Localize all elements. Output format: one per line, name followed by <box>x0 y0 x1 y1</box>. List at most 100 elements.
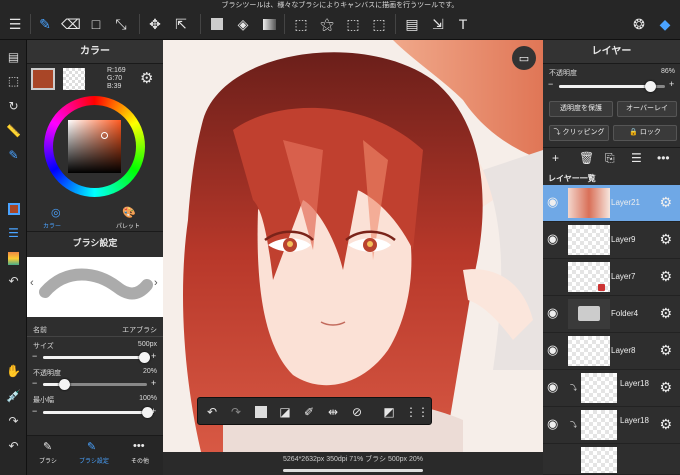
select-pen-icon[interactable]: ⬚ <box>342 13 364 35</box>
hand-icon[interactable]: ✋ <box>2 360 25 382</box>
brush-tab-label[interactable]: ブラシ <box>39 456 57 465</box>
shape-tool-icon[interactable]: □ <box>85 13 107 35</box>
pen-icon[interactable]: ✎ <box>2 144 25 166</box>
selection-icon[interactable]: ⬚ <box>2 70 25 92</box>
layer-settings-gear-icon[interactable]: ⚙ <box>659 342 672 359</box>
visibility-eye-icon[interactable]: ◉ <box>547 194 558 210</box>
magic-wand-icon[interactable]: ⚝ <box>316 13 338 35</box>
more-tab-label[interactable]: その他 <box>131 456 149 465</box>
invert-icon[interactable]: ◩ <box>378 401 400 423</box>
blend-mode-button[interactable]: オーバーレイ <box>617 101 677 117</box>
home-indicator[interactable] <box>283 469 423 472</box>
layer-settings-gear-icon[interactable]: ⚙ <box>659 379 672 396</box>
select-tool-icon[interactable]: ⬚ <box>290 13 312 35</box>
layers-icon[interactable]: ◆ <box>654 13 676 35</box>
undo-icon[interactable]: ↶ <box>201 401 223 423</box>
eyedropper-icon[interactable]: ✐ <box>298 401 320 423</box>
palette-icon[interactable] <box>2 247 25 269</box>
opacity-slider-knob[interactable] <box>59 379 70 390</box>
layer-row[interactable]: ◉ Layer9 ⚙ <box>543 222 680 259</box>
snap-off-icon[interactable]: ⊘ <box>346 401 368 423</box>
eyedropper-icon[interactable]: 💉 <box>2 385 25 407</box>
document-icon[interactable]: ▤ <box>2 46 25 68</box>
transform-tool-icon[interactable]: ⇱ <box>170 13 192 35</box>
edit-tool-icon[interactable]: ⤡ <box>110 13 132 35</box>
swap-color-icon[interactable]: ◪ <box>274 401 296 423</box>
grid-handle-icon[interactable]: ⋮⋮ <box>405 401 429 423</box>
select-eraser-icon[interactable]: ⬚ <box>368 13 390 35</box>
layer-settings-gear-icon[interactable]: ⚙ <box>659 305 672 322</box>
undo-icon[interactable]: ↶ <box>2 435 25 457</box>
brush-tool-icon[interactable]: ✎ <box>34 13 56 35</box>
layer-row[interactable] <box>543 444 680 475</box>
palette-tab-label[interactable]: パレット <box>116 221 140 230</box>
layer-settings-gear-icon[interactable]: ⚙ <box>659 268 672 285</box>
layer-row[interactable]: ◉ Layer21 ⚙ <box>543 185 680 222</box>
undo-arrow-icon[interactable]: ↶ <box>2 270 25 292</box>
brush-settings-icon[interactable]: ☰ <box>2 222 25 244</box>
clear-layer-icon[interactable] <box>250 401 272 423</box>
operation-tool-icon[interactable]: ⇲ <box>427 13 449 35</box>
menu-icon[interactable]: ☰ <box>4 13 26 35</box>
visibility-eye-icon[interactable]: ◉ <box>547 416 558 432</box>
redo-icon[interactable]: ↷ <box>2 410 25 432</box>
delete-layer-icon[interactable]: 🗑 <box>579 151 594 165</box>
palette-tab-icon[interactable]: 🎨 <box>122 206 136 219</box>
visibility-eye-icon[interactable]: ◉ <box>547 231 558 247</box>
duplicate-layer-icon[interactable]: ⎘ <box>605 151 615 166</box>
opacity-plus-icon[interactable]: + <box>151 378 156 388</box>
lock-button[interactable]: 🔒 ロック <box>613 125 677 141</box>
ruler-icon[interactable]: 📏 <box>2 120 25 142</box>
size-plus-icon[interactable]: + <box>151 351 156 361</box>
eraser-tool-icon[interactable]: ⌫ <box>60 13 82 35</box>
add-layer-icon[interactable]: + <box>552 151 559 165</box>
saturation-square[interactable] <box>68 120 121 173</box>
size-slider-knob[interactable] <box>139 352 150 363</box>
layer-row[interactable]: ◉ ⤵ Layer18 ⚙ <box>543 407 680 444</box>
brush-settings-tab-icon[interactable]: ✎ <box>87 440 96 453</box>
rotate-icon[interactable]: ↻ <box>2 95 25 117</box>
layer-settings-gear-icon[interactable]: ⚙ <box>659 194 672 211</box>
layer-settings-gear-icon[interactable]: ⚙ <box>659 416 672 433</box>
layer-list-icon[interactable]: ☰ <box>631 151 642 165</box>
layer-settings-gear-icon[interactable]: ⚙ <box>659 231 672 248</box>
move-tool-icon[interactable]: ✥ <box>144 13 166 35</box>
flip-icon[interactable]: ⇹ <box>322 401 344 423</box>
materials-icon[interactable]: ❂ <box>628 13 650 35</box>
min-width-minus-icon[interactable]: − <box>32 406 37 416</box>
opacity-minus-icon[interactable]: − <box>32 378 37 388</box>
text-tool-icon[interactable]: T <box>452 13 474 35</box>
color-picker-cursor[interactable] <box>101 132 108 139</box>
protect-alpha-button[interactable]: 透明度を保護 <box>549 101 613 117</box>
brush-name-value[interactable]: エアブラシ <box>122 325 157 335</box>
frame-divider-icon[interactable]: ▤ <box>401 13 423 35</box>
next-brush-icon[interactable]: › <box>154 277 158 289</box>
more-tab-icon[interactable]: ••• <box>133 440 145 452</box>
redo-icon[interactable]: ↷ <box>225 401 247 423</box>
brush-tab-icon[interactable]: ✎ <box>43 440 52 453</box>
prev-brush-icon[interactable]: ‹ <box>30 277 34 289</box>
layer-row[interactable]: Layer7 ⚙ <box>543 259 680 296</box>
layer-more-icon[interactable]: ••• <box>657 151 670 165</box>
layer-row[interactable]: ◉ ⤵ Layer18 ⚙ <box>543 370 680 407</box>
color-icon[interactable] <box>2 198 25 220</box>
color-settings-gear-icon[interactable]: ⚙ <box>140 69 153 87</box>
layer-opacity-slider-knob[interactable] <box>645 81 656 92</box>
color-tab-label[interactable]: カラー <box>43 221 61 230</box>
brush-settings-tab-label[interactable]: ブラシ設定 <box>79 456 109 465</box>
color-tab-icon[interactable]: ◎ <box>51 206 61 219</box>
clipping-button[interactable]: ⤵ クリッピング <box>549 125 609 141</box>
gradient-tool-icon[interactable] <box>258 13 280 35</box>
canvas-view-icon[interactable]: ▭ <box>512 46 536 70</box>
visibility-eye-icon[interactable]: ◉ <box>547 342 558 358</box>
bucket-tool-icon[interactable]: ◈ <box>232 13 254 35</box>
layer-opacity-minus-icon[interactable]: − <box>548 79 553 89</box>
size-minus-icon[interactable]: − <box>32 351 37 361</box>
fill-color-icon[interactable] <box>206 13 228 35</box>
layer-row[interactable]: ◉ Layer8 ⚙ <box>543 333 680 370</box>
layer-opacity-plus-icon[interactable]: + <box>669 79 674 89</box>
main-color-swatch[interactable] <box>31 68 55 90</box>
layer-row[interactable]: ◉ Folder4 ⚙ <box>543 296 680 333</box>
min-width-plus-icon[interactable]: + <box>151 406 156 416</box>
visibility-eye-icon[interactable]: ◉ <box>547 379 558 395</box>
